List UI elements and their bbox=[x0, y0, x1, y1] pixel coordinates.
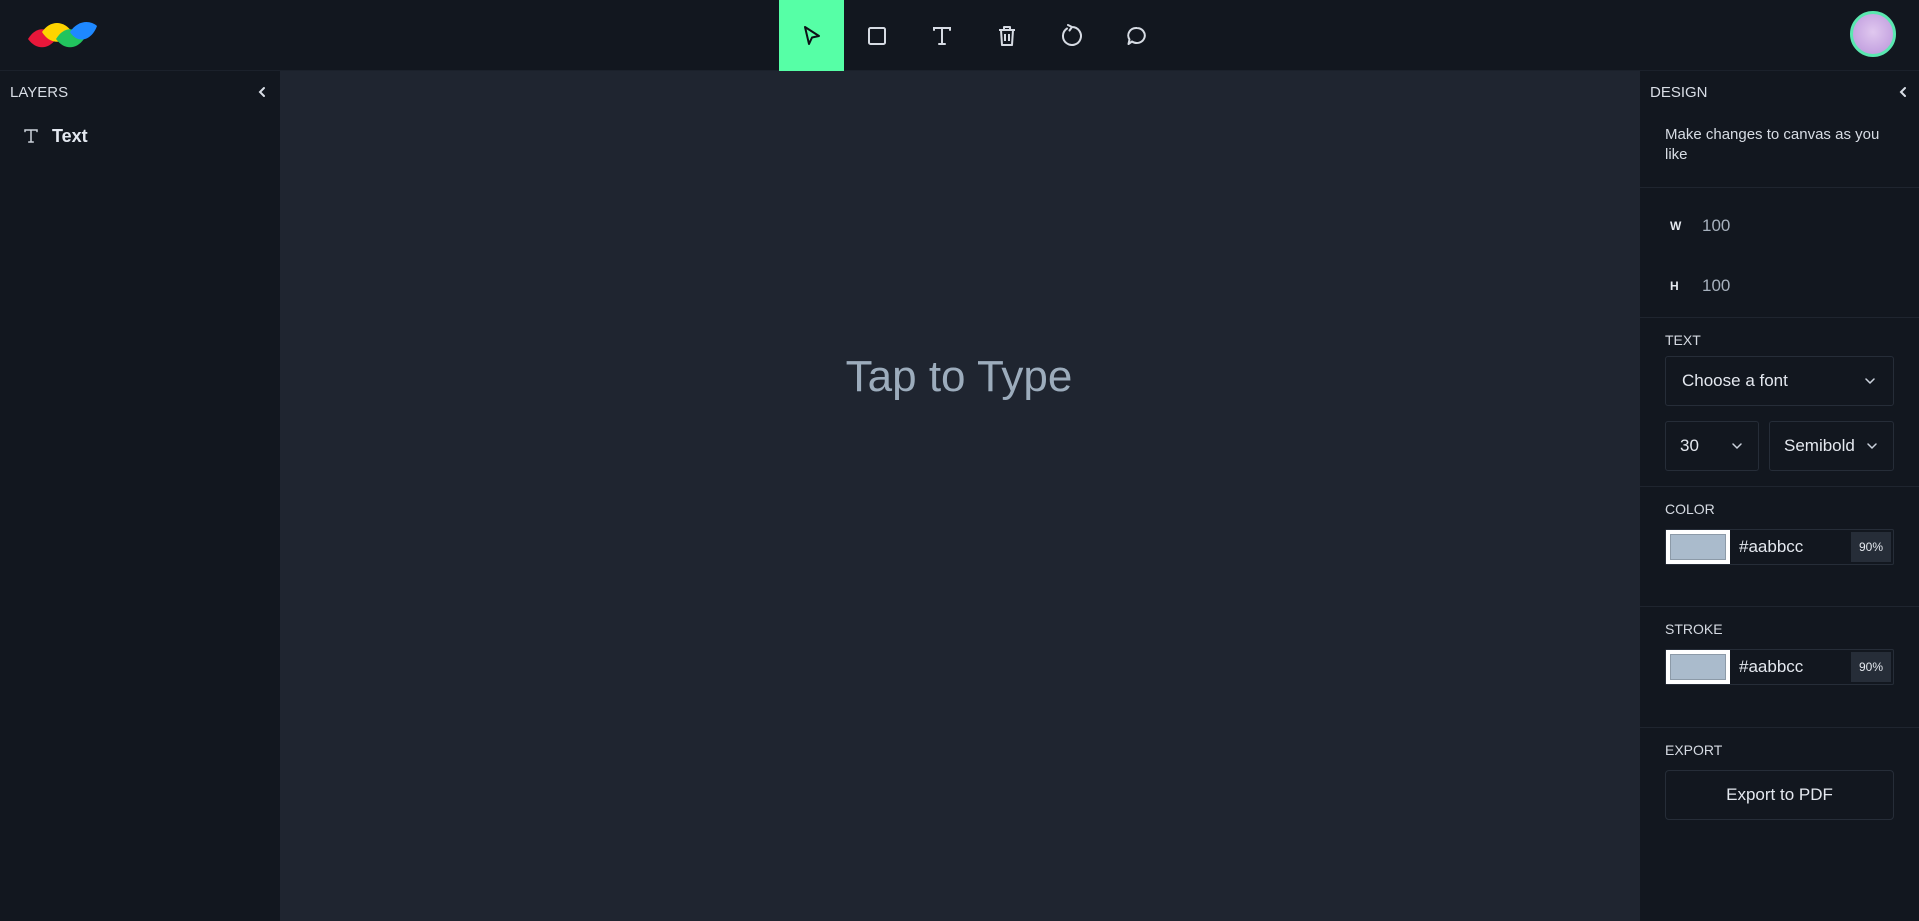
export-section: EXPORT Export to PDF bbox=[1640, 728, 1919, 820]
toolbar bbox=[779, 0, 1169, 71]
reset-tool-button[interactable] bbox=[1039, 0, 1104, 71]
design-description: Make changes to canvas as you like bbox=[1640, 113, 1919, 188]
square-icon bbox=[867, 26, 886, 45]
color-opacity[interactable]: 90% bbox=[1851, 532, 1891, 562]
font-size-value: 30 bbox=[1680, 436, 1699, 455]
height-row: H 100 bbox=[1640, 256, 1919, 316]
font-family-select[interactable]: Choose a font bbox=[1665, 356, 1894, 406]
export-pdf-button[interactable]: Export to PDF bbox=[1665, 770, 1894, 820]
select-tool-button[interactable] bbox=[779, 0, 844, 71]
color-hex-input[interactable]: #aabbcc bbox=[1730, 537, 1851, 557]
color-section: COLOR #aabbcc 90% bbox=[1640, 487, 1919, 607]
design-title: DESIGN bbox=[1650, 83, 1708, 101]
chevron-down-icon bbox=[1732, 443, 1742, 450]
stroke-section: STROKE #aabbcc 90% bbox=[1640, 607, 1919, 728]
text-tool-button[interactable] bbox=[909, 0, 974, 71]
color-field: #aabbcc 90% bbox=[1665, 529, 1894, 565]
text-icon bbox=[932, 26, 951, 45]
user-avatar[interactable] bbox=[1850, 11, 1896, 57]
layers-header: LAYERS bbox=[0, 71, 280, 113]
app-logo[interactable] bbox=[26, 18, 98, 50]
stroke-field: #aabbcc 90% bbox=[1665, 649, 1894, 685]
stroke-hex-input[interactable]: #aabbcc bbox=[1730, 657, 1851, 677]
chevron-left-icon[interactable] bbox=[1895, 84, 1911, 100]
width-input[interactable]: 100 bbox=[1702, 216, 1730, 236]
height-input[interactable]: 100 bbox=[1702, 276, 1730, 296]
comment-icon bbox=[1126, 26, 1146, 45]
rectangle-tool-button[interactable] bbox=[844, 0, 909, 71]
canvas-text-object[interactable]: Tap to Type bbox=[846, 352, 1073, 402]
height-label: H bbox=[1670, 279, 1679, 293]
width-row: W 100 bbox=[1640, 196, 1919, 256]
width-label: W bbox=[1670, 219, 1682, 233]
layer-item-label: Text bbox=[52, 125, 88, 146]
chevron-left-icon[interactable] bbox=[254, 84, 270, 100]
layers-title: LAYERS bbox=[10, 83, 69, 101]
stroke-section-title: STROKE bbox=[1665, 621, 1723, 637]
stroke-swatch[interactable] bbox=[1666, 650, 1730, 684]
font-weight-value: Semibold bbox=[1784, 436, 1855, 455]
font-weight-select[interactable]: Semibold bbox=[1769, 421, 1894, 471]
canvas[interactable]: Tap to Type bbox=[280, 71, 1640, 921]
font-family-value: Choose a font bbox=[1682, 371, 1788, 390]
design-panel: DESIGN Make changes to canvas as you lik… bbox=[1640, 71, 1919, 921]
font-options-row: 30 Semibold bbox=[1665, 421, 1894, 471]
export-section-title: EXPORT bbox=[1665, 742, 1723, 758]
reset-icon bbox=[1061, 23, 1082, 46]
color-section-title: COLOR bbox=[1665, 501, 1715, 517]
design-header: DESIGN bbox=[1640, 71, 1919, 113]
font-size-select[interactable]: 30 bbox=[1665, 421, 1759, 471]
chevron-down-icon bbox=[1865, 378, 1875, 385]
cursor-icon bbox=[803, 25, 820, 45]
layers-panel: LAYERS Text bbox=[0, 71, 280, 921]
chevron-down-icon bbox=[1867, 443, 1877, 450]
comment-tool-button[interactable] bbox=[1104, 0, 1169, 71]
color-swatch[interactable] bbox=[1666, 530, 1730, 564]
layer-item-text[interactable]: Text bbox=[0, 119, 280, 153]
dimensions-section: W 100 H 100 bbox=[1640, 188, 1919, 318]
top-bar bbox=[0, 0, 1919, 71]
delete-tool-button[interactable] bbox=[974, 0, 1039, 71]
text-icon bbox=[24, 129, 38, 143]
text-section: TEXT Choose a font 30 Semibold bbox=[1640, 318, 1919, 487]
text-section-title: TEXT bbox=[1665, 332, 1701, 348]
trash-icon bbox=[998, 25, 1015, 46]
stroke-opacity[interactable]: 90% bbox=[1851, 652, 1891, 682]
